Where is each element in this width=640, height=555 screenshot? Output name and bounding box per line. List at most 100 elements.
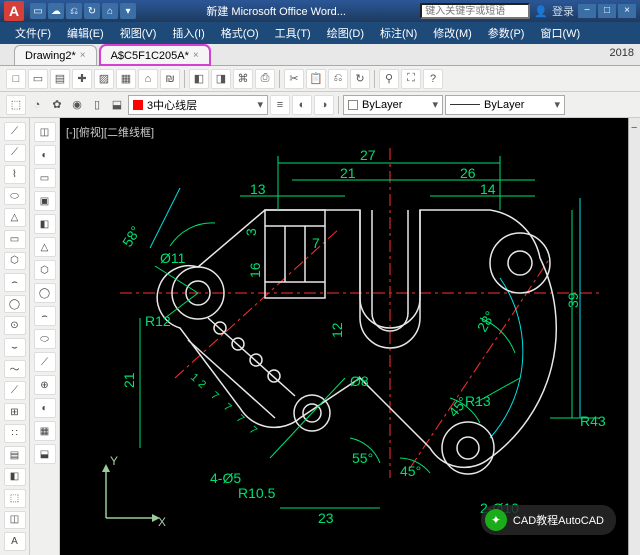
mod-btn[interactable]: ▭	[34, 168, 56, 188]
mod-btn[interactable]: ⊕	[34, 375, 56, 395]
user-icon: 👤	[534, 5, 548, 18]
tool-pline[interactable]: ⌇	[4, 165, 26, 184]
tb-btn[interactable]: ▨	[94, 69, 114, 89]
mod-btn[interactable]: ▦	[34, 421, 56, 441]
tool-hatch[interactable]: ∷	[4, 424, 26, 443]
mod-btn[interactable]: ◐	[34, 398, 56, 418]
menu-edit[interactable]: 编辑(E)	[60, 22, 111, 44]
layer-btn[interactable]: ◐	[292, 95, 312, 115]
tool-btn[interactable]: ◧	[4, 468, 26, 487]
mod-btn[interactable]: ◐	[34, 145, 56, 165]
tb-btn[interactable]: ◧	[189, 69, 209, 89]
linetype-selector[interactable]: ByLayer ▾	[445, 95, 565, 115]
tb-btn[interactable]: ◨	[211, 69, 231, 89]
tool-rect[interactable]: △	[4, 208, 26, 227]
tool-btn[interactable]: ▭	[4, 230, 26, 249]
tab-close-icon[interactable]: ×	[193, 50, 199, 61]
tool-arc[interactable]: ⌢	[4, 273, 26, 292]
mod-btn[interactable]: ⬭	[34, 329, 56, 349]
qa-btn[interactable]: ⎌	[66, 3, 82, 19]
menu-insert[interactable]: 插入(I)	[165, 22, 211, 44]
qa-btn[interactable]: ▭	[30, 3, 46, 19]
qa-btn[interactable]: ↻	[84, 3, 100, 19]
tb-btn[interactable]: ▦	[116, 69, 136, 89]
right-collapsed-panel[interactable]: −	[628, 118, 640, 555]
login-button[interactable]: 登录	[552, 3, 574, 19]
tb-help[interactable]: ?	[423, 69, 443, 89]
mod-btn[interactable]: ⬓	[34, 444, 56, 464]
tool-line[interactable]: ⟋	[4, 122, 26, 141]
menu-tools[interactable]: 工具(T)	[268, 22, 318, 44]
tb-btn[interactable]: ⛶	[401, 69, 421, 89]
menu-modify[interactable]: 修改(M)	[426, 22, 479, 44]
drawing-canvas[interactable]: [-][俯视][二维线框] .wht{stroke:#e8e8e8;stroke…	[60, 118, 628, 555]
mod-btn[interactable]: ◯	[34, 283, 56, 303]
tb-btn[interactable]: ⌂	[138, 69, 158, 89]
layer-state-icon[interactable]: ◉	[68, 96, 86, 114]
tool-btn[interactable]: ▤	[4, 446, 26, 465]
layer-btn[interactable]: ≡	[270, 95, 290, 115]
tb-btn[interactable]: ⌘	[233, 69, 253, 89]
menu-param[interactable]: 参数(P)	[481, 22, 532, 44]
close-button[interactable]: ×	[618, 4, 636, 18]
app-logo[interactable]: A	[4, 1, 24, 21]
menu-file[interactable]: 文件(F)	[8, 22, 58, 44]
tab-close-icon[interactable]: ×	[80, 50, 86, 61]
menu-draw[interactable]: 绘图(D)	[320, 22, 371, 44]
tool-btn[interactable]: ⊞	[4, 403, 26, 422]
mod-btn[interactable]: ⟋	[34, 352, 56, 372]
tb-save[interactable]: ▤	[50, 69, 70, 89]
tb-btn[interactable]: ₪	[160, 69, 180, 89]
tool-text[interactable]: A	[4, 532, 26, 551]
tb-paste[interactable]: 📋	[306, 69, 326, 89]
layer-color-swatch	[133, 100, 143, 110]
tool-circle[interactable]: ◯	[4, 295, 26, 314]
mod-btn[interactable]: ⬡	[34, 260, 56, 280]
tb-cut[interactable]: ✂	[284, 69, 304, 89]
color-selector[interactable]: ByLayer ▾	[343, 95, 443, 115]
layer-prop-btn[interactable]: ⬚	[6, 95, 26, 115]
collapse-icon[interactable]: −	[631, 122, 637, 134]
search-input[interactable]	[420, 3, 530, 19]
menu-dimension[interactable]: 标注(N)	[373, 22, 424, 44]
mod-btn[interactable]: ◫	[34, 122, 56, 142]
qa-btn[interactable]: ☁	[48, 3, 64, 19]
layer-btn[interactable]: ◑	[314, 95, 334, 115]
maximize-button[interactable]: □	[598, 4, 616, 18]
tool-btn[interactable]: ⊙	[4, 316, 26, 335]
mod-btn[interactable]: ◧	[34, 214, 56, 234]
tool-btn[interactable]: ～	[4, 360, 26, 379]
tb-redo[interactable]: ↻	[350, 69, 370, 89]
window-buttons: − □ ×	[578, 4, 636, 18]
document-tab[interactable]: Drawing2* ×	[14, 45, 97, 65]
qa-btn[interactable]: ⌂	[102, 3, 118, 19]
menu-view[interactable]: 视图(V)	[113, 22, 164, 44]
tool-btn[interactable]: ⟋	[4, 381, 26, 400]
mod-btn[interactable]: △	[34, 237, 56, 257]
tool-ray[interactable]: ⟋	[4, 144, 26, 163]
minimize-button[interactable]: −	[578, 4, 596, 18]
layer-state-icon[interactable]: ▯	[88, 96, 106, 114]
layer-state-icon[interactable]: ◔	[28, 96, 46, 114]
tool-btn[interactable]: ⬡	[4, 252, 26, 271]
menu-format[interactable]: 格式(O)	[214, 22, 266, 44]
menu-window[interactable]: 窗口(W)	[533, 22, 587, 44]
tool-polygon[interactable]: ⬭	[4, 187, 26, 206]
tb-btn[interactable]: ✚	[72, 69, 92, 89]
tool-btn[interactable]: ◫	[4, 511, 26, 530]
tb-print[interactable]: ⎙	[255, 69, 275, 89]
tb-open[interactable]: ▭	[28, 69, 48, 89]
layer-state-icon[interactable]: ⬓	[108, 96, 126, 114]
tb-new[interactable]: □	[6, 69, 26, 89]
tb-undo[interactable]: ⎌	[328, 69, 348, 89]
mod-btn[interactable]: ⌢	[34, 306, 56, 326]
qa-btn[interactable]: ▾	[120, 3, 136, 19]
tool-spline[interactable]: ⌣	[4, 338, 26, 357]
tb-zoom[interactable]: ⚲	[379, 69, 399, 89]
tool-btn[interactable]: ⬚	[4, 489, 26, 508]
svg-text:21: 21	[340, 165, 356, 181]
layer-state-icon[interactable]: ✿	[48, 96, 66, 114]
layer-selector[interactable]: 3中心线层 ▾	[128, 95, 268, 115]
mod-btn[interactable]: ▣	[34, 191, 56, 211]
document-tab[interactable]: A$C5F1C205A* ×	[100, 45, 210, 65]
